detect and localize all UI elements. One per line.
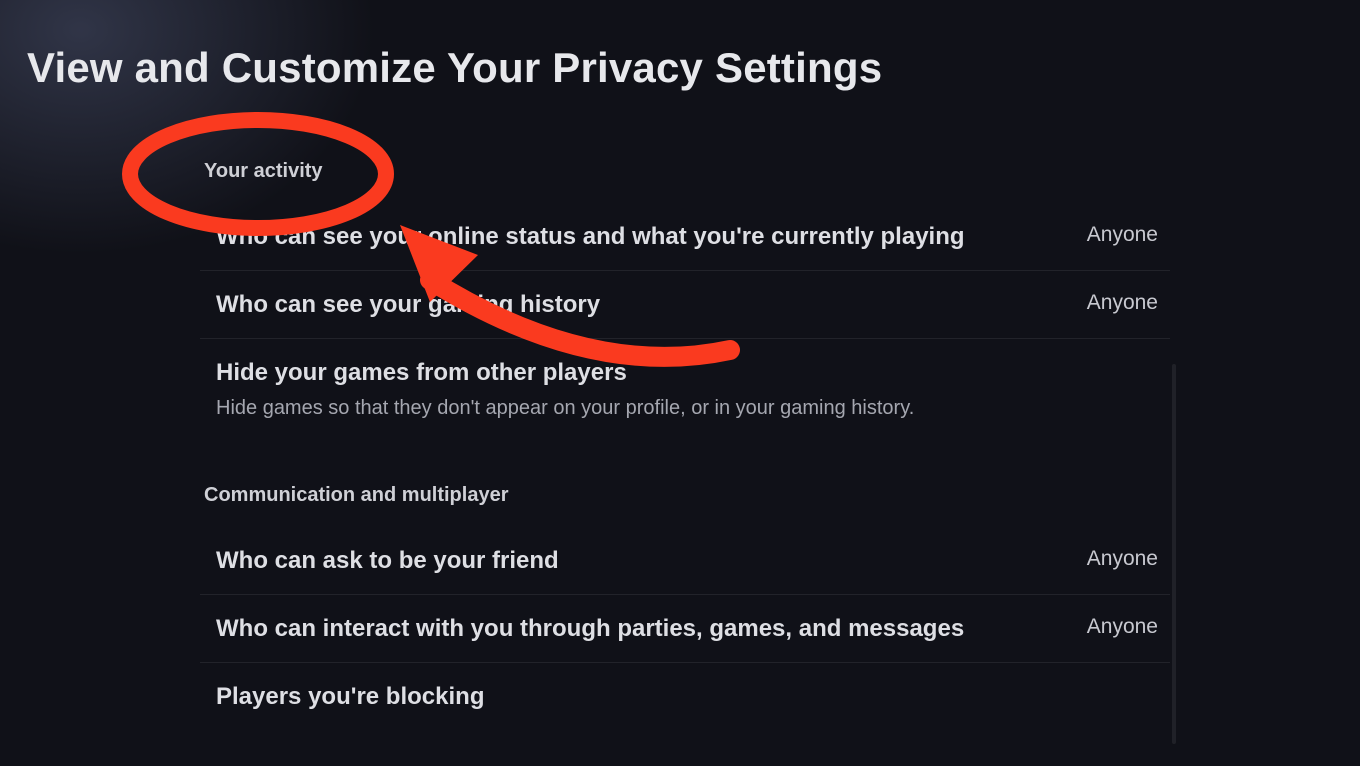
section-header-activity: Your activity [200,160,1170,183]
row-friend-requests-label: Who can ask to be your friend [216,545,559,576]
row-gaming-history-value: Anyone [1087,289,1166,315]
row-blocking[interactable]: Players you're blocking [200,663,1170,730]
row-online-status-label: Who can see your online status and what … [216,221,965,252]
row-hide-games-label: Hide your games from other players [216,357,914,388]
row-interact-label: Who can interact with you through partie… [216,613,964,644]
row-friend-requests-value: Anyone [1087,545,1166,571]
row-online-status[interactable]: Who can see your online status and what … [200,203,1170,271]
scrollbar-track[interactable] [1172,364,1176,744]
row-gaming-history-label: Who can see your gaming history [216,289,600,320]
row-online-status-value: Anyone [1087,221,1166,247]
row-hide-games[interactable]: Hide your games from other players Hide … [200,339,1170,439]
row-interact[interactable]: Who can interact with you through partie… [200,595,1170,663]
row-blocking-label: Players you're blocking [216,681,484,712]
row-hide-games-sub: Hide games so that they don't appear on … [216,395,914,422]
row-gaming-history[interactable]: Who can see your gaming history Anyone [200,271,1170,339]
settings-panel: Your activity Who can see your online st… [200,160,1170,730]
row-friend-requests[interactable]: Who can ask to be your friend Anyone [200,527,1170,595]
row-interact-value: Anyone [1087,613,1166,639]
page-title: View and Customize Your Privacy Settings [27,44,882,92]
section-header-communication: Communication and multiplayer [200,484,1170,507]
